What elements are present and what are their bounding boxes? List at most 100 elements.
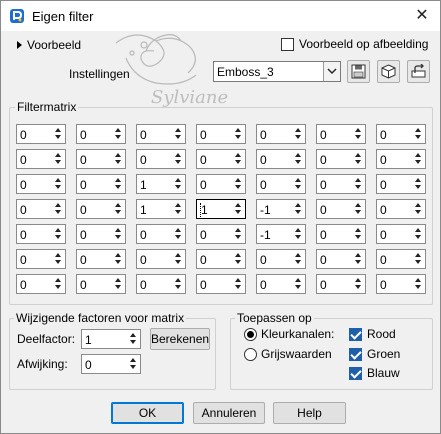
spin-arrows-icon[interactable] — [113, 151, 124, 167]
spin-arrows-icon[interactable] — [173, 276, 184, 292]
spin-arrows-icon[interactable] — [53, 126, 64, 142]
matrix-cell[interactable]: 0 — [16, 124, 66, 144]
spin-arrows-icon[interactable] — [413, 201, 424, 217]
spin-arrows-icon[interactable] — [233, 126, 244, 142]
matrix-cell[interactable]: 1 — [136, 199, 186, 219]
spin-arrows-icon[interactable] — [353, 126, 364, 142]
preview-on-image-box[interactable] — [281, 37, 294, 51]
spin-arrows-icon[interactable] — [113, 176, 124, 192]
matrix-cell[interactable]: 0 — [256, 124, 306, 144]
chevron-down-icon[interactable] — [323, 62, 340, 81]
red-checkbox[interactable]: Rood — [349, 327, 396, 341]
spin-arrows-icon[interactable] — [413, 126, 424, 142]
matrix-cell[interactable]: 0 — [76, 124, 126, 144]
spin-arrows-icon[interactable] — [233, 201, 244, 217]
blue-check-box[interactable] — [349, 366, 362, 380]
spin-arrows-icon[interactable] — [293, 126, 304, 142]
matrix-cell[interactable]: 0 — [76, 174, 126, 194]
reset-button[interactable] — [407, 60, 430, 83]
spin-arrows-icon[interactable] — [353, 276, 364, 292]
matrix-cell[interactable]: 0 — [16, 174, 66, 194]
close-button[interactable]: ✕ — [410, 5, 434, 27]
matrix-cell[interactable]: 0 — [16, 199, 66, 219]
red-check-box[interactable] — [349, 327, 362, 341]
grayscale-radio-dot[interactable] — [244, 347, 257, 361]
spin-arrows-icon[interactable] — [413, 251, 424, 267]
matrix-cell[interactable]: 1 — [196, 199, 246, 219]
spin-arrows-icon[interactable] — [173, 201, 184, 217]
spin-arrows-icon[interactable] — [113, 276, 124, 292]
matrix-cell[interactable]: 0 — [316, 249, 366, 269]
matrix-cell[interactable]: 0 — [376, 174, 426, 194]
spin-arrows-icon[interactable] — [413, 226, 424, 242]
spin-arrows-icon[interactable] — [293, 201, 304, 217]
cancel-button[interactable]: Annuleren — [193, 402, 265, 424]
matrix-cell[interactable]: 0 — [136, 249, 186, 269]
spin-arrows-icon[interactable] — [113, 201, 124, 217]
matrix-cell[interactable]: 0 — [196, 149, 246, 169]
spin-arrows-icon[interactable] — [113, 226, 124, 242]
matrix-cell[interactable]: 0 — [136, 224, 186, 244]
matrix-cell[interactable]: 0 — [16, 224, 66, 244]
matrix-cell[interactable]: 0 — [376, 149, 426, 169]
matrix-cell[interactable]: 0 — [376, 224, 426, 244]
matrix-cell[interactable]: 0 — [376, 274, 426, 294]
spin-arrows-icon[interactable] — [353, 151, 364, 167]
preview-toggle[interactable]: Voorbeeld — [17, 37, 81, 52]
spin-arrows-icon[interactable] — [173, 251, 184, 267]
matrix-cell[interactable]: 0 — [376, 199, 426, 219]
matrix-cell[interactable]: 0 — [76, 224, 126, 244]
settings-combobox[interactable]: Emboss_3 — [213, 61, 341, 82]
matrix-cell[interactable]: -1 — [256, 224, 306, 244]
spin-arrows-icon[interactable] — [173, 176, 184, 192]
calculate-button[interactable]: Berekenen — [150, 328, 210, 350]
color-channels-radio[interactable]: Kleurkanalen: — [244, 327, 334, 341]
matrix-cell[interactable]: 0 — [256, 149, 306, 169]
spin-arrows-icon[interactable] — [353, 226, 364, 242]
matrix-cell[interactable]: 0 — [196, 274, 246, 294]
spin-arrows-icon[interactable] — [53, 276, 64, 292]
bias-spinbox[interactable]: 0 — [81, 354, 141, 374]
spin-arrows-icon[interactable] — [413, 151, 424, 167]
matrix-cell[interactable]: 0 — [376, 124, 426, 144]
spin-arrows-icon[interactable] — [233, 226, 244, 242]
matrix-cell[interactable]: 0 — [76, 274, 126, 294]
matrix-cell[interactable]: 0 — [196, 174, 246, 194]
blue-checkbox[interactable]: Blauw — [349, 366, 400, 380]
matrix-cell[interactable]: -1 — [256, 199, 306, 219]
matrix-cell[interactable]: 0 — [316, 199, 366, 219]
matrix-cell[interactable]: 0 — [316, 124, 366, 144]
matrix-cell[interactable]: 0 — [136, 124, 186, 144]
matrix-cell[interactable]: 0 — [76, 249, 126, 269]
ok-button[interactable]: OK — [111, 402, 184, 424]
spin-arrows-icon[interactable] — [113, 126, 124, 142]
spin-arrows-icon[interactable] — [53, 226, 64, 242]
help-button[interactable]: Help — [273, 402, 346, 424]
matrix-cell[interactable]: 0 — [256, 174, 306, 194]
grayscale-radio[interactable]: Grijswaarden — [244, 347, 332, 361]
matrix-cell[interactable]: 0 — [316, 274, 366, 294]
matrix-cell[interactable]: 0 — [136, 149, 186, 169]
matrix-cell[interactable]: 0 — [76, 149, 126, 169]
matrix-cell[interactable]: 0 — [76, 199, 126, 219]
matrix-cell[interactable]: 1 — [136, 174, 186, 194]
spin-arrows-icon[interactable] — [53, 251, 64, 267]
matrix-cell[interactable]: 0 — [196, 224, 246, 244]
spin-arrows-icon[interactable] — [128, 331, 139, 347]
spin-arrows-icon[interactable] — [353, 251, 364, 267]
spin-arrows-icon[interactable] — [413, 176, 424, 192]
matrix-cell[interactable]: 0 — [316, 174, 366, 194]
spin-arrows-icon[interactable] — [353, 176, 364, 192]
spin-arrows-icon[interactable] — [293, 226, 304, 242]
matrix-cell[interactable]: 0 — [316, 224, 366, 244]
spin-arrows-icon[interactable] — [413, 276, 424, 292]
spin-arrows-icon[interactable] — [233, 251, 244, 267]
spin-arrows-icon[interactable] — [173, 126, 184, 142]
spin-arrows-icon[interactable] — [113, 251, 124, 267]
spin-arrows-icon[interactable] — [233, 151, 244, 167]
resource-manager-button[interactable] — [377, 60, 400, 83]
spin-arrows-icon[interactable] — [233, 276, 244, 292]
matrix-cell[interactable]: 0 — [16, 274, 66, 294]
color-channels-radio-dot[interactable] — [244, 327, 257, 341]
spin-arrows-icon[interactable] — [128, 356, 139, 372]
